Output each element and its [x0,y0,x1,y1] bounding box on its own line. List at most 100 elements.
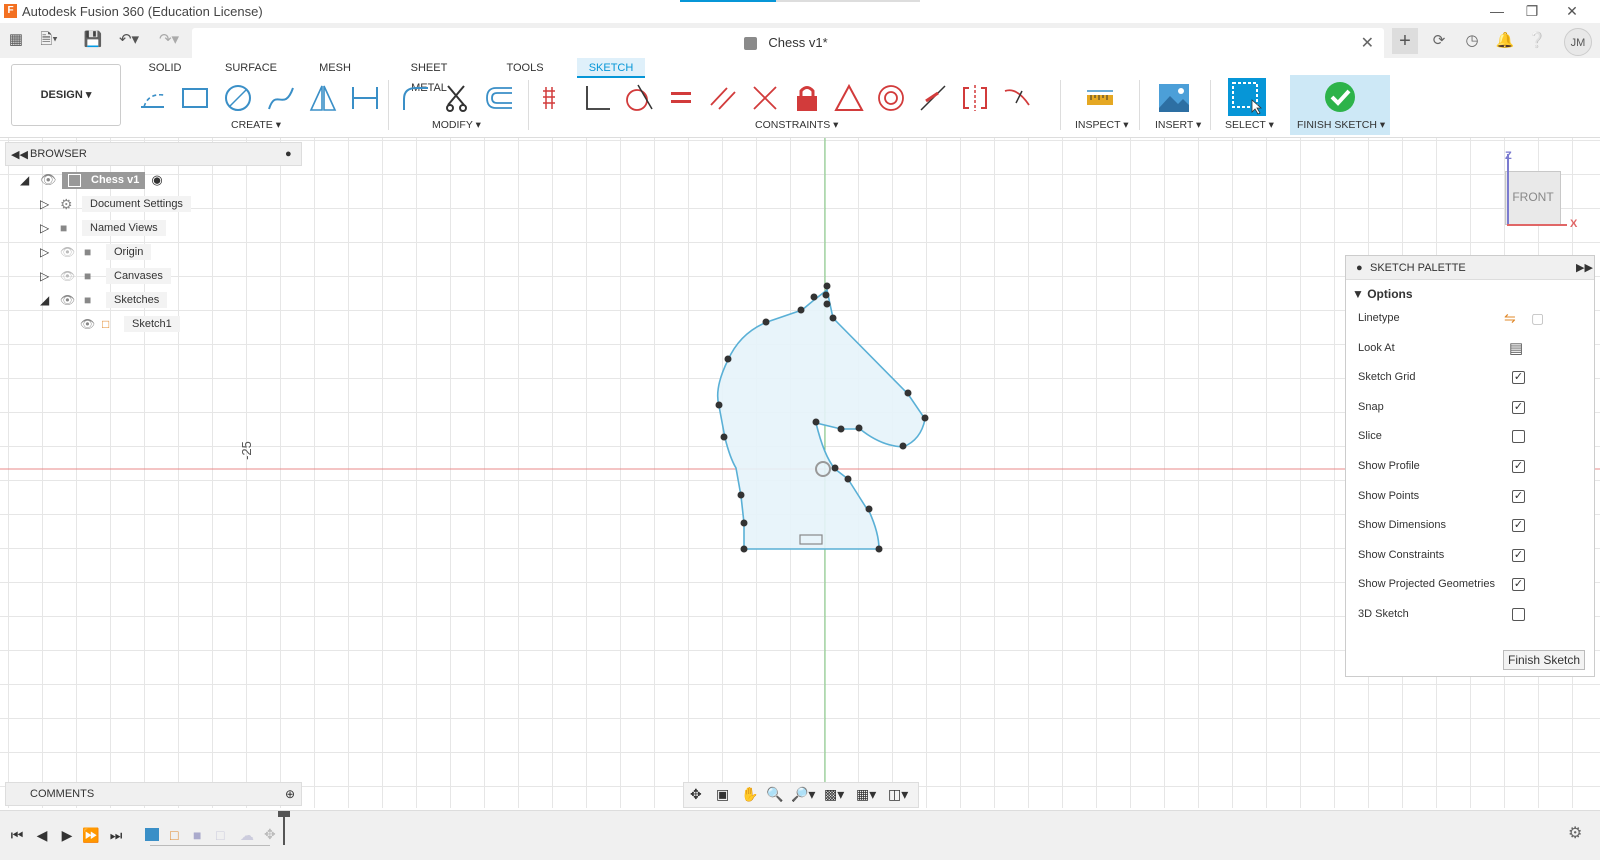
collinear-constraint-icon[interactable] [916,81,950,115]
collapse-browser-icon[interactable]: ◀◀ [11,148,28,161]
show-projected-geometries-checkbox[interactable]: ✓ [1512,578,1525,592]
equal-constraint-icon[interactable] [664,81,698,115]
tab-surface[interactable]: SURFACE [225,58,277,78]
timeline-last-icon[interactable]: ⏭ [106,825,126,845]
palette-row-3d-sketch[interactable]: 3D Sketch [1346,600,1594,630]
offset-tool-icon[interactable] [482,81,516,115]
data-panel-grid-icon[interactable]: ▦ [5,29,27,51]
modify-group-dropdown[interactable]: MODIFY ▾ [432,119,481,131]
3d-sketch-checkbox[interactable] [1512,608,1525,621]
tree-expand-icon[interactable]: ▷ [40,221,60,235]
sketch-grid-checkbox[interactable]: ✓ [1512,371,1525,385]
options-section-toggle[interactable]: ▼ Options [1352,287,1413,301]
display-settings-icon[interactable]: ▩▾ [824,786,844,803]
dimension-text[interactable]: -25 [239,441,254,460]
palette-minimize-icon[interactable]: ● [1356,262,1363,274]
tree-root-label-box[interactable]: Chess v1 [62,171,146,189]
tab-solid[interactable]: SOLID [147,58,183,78]
close-window-icon[interactable]: ✕ [1557,2,1587,20]
save-icon[interactable]: 💾 [82,29,104,51]
tree-root-row[interactable]: ◢ 👁 Chess v1 ◉ [20,170,163,190]
orbit-icon[interactable]: ✥ [690,786,702,803]
tab-sheet-metal[interactable]: SHEET METAL [392,58,466,94]
help-icon[interactable]: ❔ [1525,29,1549,53]
timeline-feature-icon[interactable]: ■ [193,827,201,843]
palette-row-slice[interactable]: Slice [1346,422,1594,452]
construction-linetype-icon[interactable]: ⇋ [1504,310,1516,327]
trim-scissors-icon[interactable] [440,81,474,115]
select-group-dropdown[interactable]: SELECT ▾ [1225,119,1274,131]
timeline-first-icon[interactable]: ⏮ [7,825,27,845]
select-tool-button[interactable] [1228,78,1266,116]
close-document-tab-icon[interactable]: ✕ [1361,33,1374,53]
visibility-eye-icon[interactable]: 👁 [40,172,62,188]
user-avatar[interactable]: JM [1564,28,1592,56]
tree-expand-icon[interactable]: ▷ [40,197,60,211]
timeline-feature-icon[interactable]: ✥ [264,826,276,843]
timeline-next-icon[interactable]: ⏩ [81,825,101,845]
palette-row-show-dimensions[interactable]: Show Dimensions ✓ [1346,511,1594,541]
tree-expand-icon[interactable]: ▷ [40,269,60,283]
line-tool-icon[interactable] [136,81,170,115]
zoom-icon[interactable]: 🔍 [766,786,783,803]
extensions-icon[interactable]: ⟳ [1427,29,1451,53]
circle-tool-icon[interactable] [221,81,255,115]
palette-row-show-projected-geometries[interactable]: Show Projected Geometries ✓ [1346,570,1594,600]
mirror-tool-icon[interactable] [306,81,340,115]
fillet-tool-icon[interactable] [398,81,432,115]
rectangle-tool-icon[interactable] [178,81,212,115]
job-status-clock-icon[interactable]: ◷ [1460,29,1484,53]
tree-item-sketches[interactable]: ◢ 👁 ■ Sketches [40,290,168,310]
palette-row-show-constraints[interactable]: Show Constraints ✓ [1346,541,1594,571]
finish-sketch-button[interactable]: FINISH SKETCH ▾ [1290,75,1390,135]
horizontal-vertical-constraint-icon[interactable] [538,81,572,115]
create-group-dropdown[interactable]: CREATE ▾ [231,119,281,131]
browser-minimize-icon[interactable]: ● [285,148,292,160]
timeline-play-icon[interactable]: ▶ [57,825,77,845]
look-at-camera-icon[interactable]: ▤ [1509,339,1523,357]
insert-image-icon[interactable] [1157,81,1191,115]
timeline-marker-head[interactable] [278,811,290,817]
redo-icon[interactable]: ↷▾ [158,29,180,51]
tree-collapse-icon[interactable]: ◢ [40,293,60,307]
perpendicular-constraint-icon[interactable] [580,81,614,115]
add-comment-icon[interactable]: ⊕ [285,787,295,801]
symmetry-constraint-icon[interactable] [958,81,992,115]
insert-group-dropdown[interactable]: INSERT ▾ [1155,119,1201,131]
snap-checkbox[interactable]: ✓ [1512,400,1525,414]
palette-row-show-points[interactable]: Show Points ✓ [1346,482,1594,512]
tree-item-origin[interactable]: ▷ 👁 ■ Origin [40,242,152,262]
viewports-icon[interactable]: ◫▾ [888,786,908,803]
undo-icon[interactable]: ↶▾ [118,29,140,51]
tree-expand-icon[interactable]: ◢ [20,173,40,187]
show-constraints-checkbox[interactable]: ✓ [1512,548,1525,562]
palette-row-linetype[interactable]: Linetype ⇋ ▢ [1346,304,1594,334]
timeline-canvas-feature-icon[interactable] [145,828,159,841]
fit-zoom-icon[interactable]: 🔎▾ [791,786,815,803]
document-tab[interactable]: Chess v1* ✕ [192,28,1384,58]
restore-icon[interactable]: ❐ [1517,2,1547,20]
inspect-group-dropdown[interactable]: INSPECT ▾ [1075,119,1129,131]
centerline-linetype-icon[interactable]: ▢ [1531,310,1544,327]
file-menu-icon[interactable]: 🗎▾ [38,29,60,51]
sketch-dimension-tool-icon[interactable] [348,81,382,115]
minimize-icon[interactable]: — [1482,2,1512,20]
visibility-eye-icon[interactable]: 👁 [80,317,102,331]
timeline-settings-gear-icon[interactable]: ⚙ [1568,823,1582,843]
notifications-bell-icon[interactable]: 🔔 [1493,29,1517,53]
coincident-constraint-icon[interactable] [748,81,782,115]
parallel-constraint-icon[interactable] [706,81,740,115]
concentric-constraint-icon[interactable] [874,81,908,115]
look-at-icon[interactable]: ▣ [716,786,729,803]
show-dimensions-checkbox[interactable]: ✓ [1512,519,1525,533]
tangent-constraint-icon[interactable] [622,81,656,115]
curvature-constraint-icon[interactable] [1000,81,1034,115]
tree-item-named-views[interactable]: ▷ ■ Named Views [40,218,166,238]
tab-tools[interactable]: TOOLS [505,58,545,78]
tree-item-document-settings[interactable]: ▷ ⚙ Document Settings [40,194,191,214]
fix-lock-icon[interactable] [790,81,824,115]
midpoint-triangle-icon[interactable] [832,81,866,115]
new-tab-plus-icon[interactable]: + [1392,28,1418,54]
spline-tool-icon[interactable] [264,81,298,115]
measure-ruler-icon[interactable] [1083,81,1117,115]
